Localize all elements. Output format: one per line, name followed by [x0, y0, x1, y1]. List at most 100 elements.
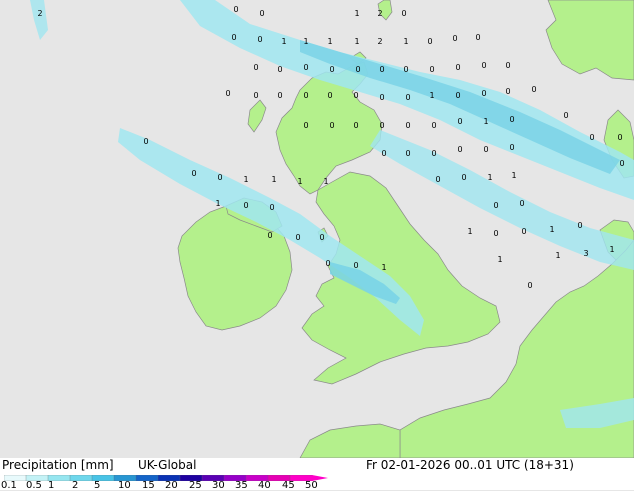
map-value-label: 0	[405, 149, 410, 158]
map-value-label: 0	[353, 261, 358, 270]
map-value-label: 0	[405, 93, 410, 102]
map-value-label: 0	[619, 159, 624, 168]
map-value-label: 0	[233, 5, 238, 14]
map-value-label: 0	[303, 63, 308, 72]
map-value-label: 1	[403, 37, 408, 46]
map-value-label: 1	[297, 177, 302, 186]
map-value-label: 1	[323, 177, 328, 186]
valid-time: Fr 02-01-2026 00..01 UTC (18+31)	[366, 458, 574, 472]
legend-tick-label: 5	[94, 480, 101, 491]
map-value-label: 0	[403, 65, 408, 74]
map-value-label: 1	[354, 37, 359, 46]
legend-tick-label: 35	[235, 480, 248, 491]
map-value-label: 1	[483, 117, 488, 126]
map-value-label: 0	[431, 121, 436, 130]
map-value-label: 0	[329, 65, 334, 74]
map-value-label: 0	[295, 233, 300, 242]
map-value-label: 0	[457, 117, 462, 126]
map-value-label: 0	[353, 91, 358, 100]
map-value-label: 0	[519, 199, 524, 208]
map-value-label: 0	[225, 89, 230, 98]
map-value-label: 0	[509, 115, 514, 124]
map-value-label: 0	[355, 65, 360, 74]
map-value-label: 1	[327, 37, 332, 46]
precip-title: Precipitation [mm]	[2, 458, 114, 472]
map-value-label: 1	[511, 171, 516, 180]
precipitation-map: 2 1 2 0 0 0 0 0 1 1 1 1 2 1 0 0 0 0 0 0 0 0 0 0 0 0 0 0 0 0 0 0 0 0 0 0 1 0 0 0…	[0, 0, 634, 458]
map-value-label: 0	[505, 61, 510, 70]
map-value-label: 1	[497, 255, 502, 264]
map-value-label: 0	[405, 121, 410, 130]
map-value-label: 0	[319, 233, 324, 242]
map-value-label: 0	[563, 111, 568, 120]
map-value-label: 0	[435, 175, 440, 184]
legend-tick-label: 10	[118, 480, 131, 491]
map-value-label: 0	[429, 65, 434, 74]
map-value-label: 0	[191, 169, 196, 178]
legend-tick-label: 2	[72, 480, 79, 491]
map-value-label: 0	[381, 149, 386, 158]
map-value-label: 0	[327, 91, 332, 100]
map-value-label: 0	[452, 34, 457, 43]
map-value-label: 1	[429, 91, 434, 100]
legend-tick-label: 0.1	[1, 480, 17, 491]
map-value-label: 0	[253, 63, 258, 72]
map-value-label: 0	[259, 9, 264, 18]
map-value-label: 1	[467, 227, 472, 236]
map-value-label: 0	[531, 85, 536, 94]
map-value-label: 0	[231, 33, 236, 42]
map-value-label: 1	[271, 175, 276, 184]
map-value-label: 0	[493, 201, 498, 210]
map-value-label: 0	[577, 221, 582, 230]
legend-tick-label: 25	[189, 480, 202, 491]
map-value-label: 1	[243, 175, 248, 184]
map-value-label: 0	[257, 35, 262, 44]
map-value-label: 0	[379, 121, 384, 130]
map-value-label: 0	[253, 91, 258, 100]
map-value-label: 0	[267, 231, 272, 240]
legend-tick-label: 0.5	[26, 480, 42, 491]
map-value-label: 0	[269, 203, 274, 212]
map-value-label: 0	[461, 173, 466, 182]
map-value-label: 2	[377, 9, 382, 18]
map-value-label: 0	[277, 65, 282, 74]
model-name: UK-Global	[138, 458, 197, 472]
map-value-label: 0	[475, 33, 480, 42]
legend-tick-label: 40	[258, 480, 271, 491]
map-value-label: 0	[325, 259, 330, 268]
legend-tick-label: 45	[282, 480, 295, 491]
map-value-label: 0	[481, 89, 486, 98]
map-value-label: 0	[303, 91, 308, 100]
map-value-label: 0	[493, 229, 498, 238]
map-value-label: 1	[381, 263, 386, 272]
map-value-label: 0	[379, 93, 384, 102]
map-value-label: 0	[353, 121, 358, 130]
map-value-label: 1	[549, 225, 554, 234]
map-value-label: 2	[37, 9, 42, 18]
map-value-label: 0	[455, 91, 460, 100]
map-value-label: 1	[487, 173, 492, 182]
map-value-label: 0	[431, 149, 436, 158]
legend-tick-label: 15	[142, 480, 155, 491]
map-value-label: 0	[277, 91, 282, 100]
map-value-label: 0	[505, 87, 510, 96]
map-value-label: 0	[143, 137, 148, 146]
map-value-label: 0	[427, 37, 432, 46]
map-value-label: 1	[555, 251, 560, 260]
map-value-label: 0	[379, 65, 384, 74]
map-value-label: 0	[527, 281, 532, 290]
legend-tick-label: 20	[165, 480, 178, 491]
map-value-label: 1	[281, 37, 286, 46]
map-value-label: 0	[509, 143, 514, 152]
map-value-label: 0	[481, 61, 486, 70]
map-value-label: 2	[377, 37, 382, 46]
legend-tick-label: 50	[305, 480, 318, 491]
legend-tick-label: 30	[212, 480, 225, 491]
map-value-label: 0	[521, 227, 526, 236]
map-value-label: 0	[589, 133, 594, 142]
map-value-label: 0	[483, 145, 488, 154]
map-value-label: 0	[617, 133, 622, 142]
map-value-label: 0	[243, 201, 248, 210]
map-value-label: 0	[217, 173, 222, 182]
map-value-label: 1	[354, 9, 359, 18]
